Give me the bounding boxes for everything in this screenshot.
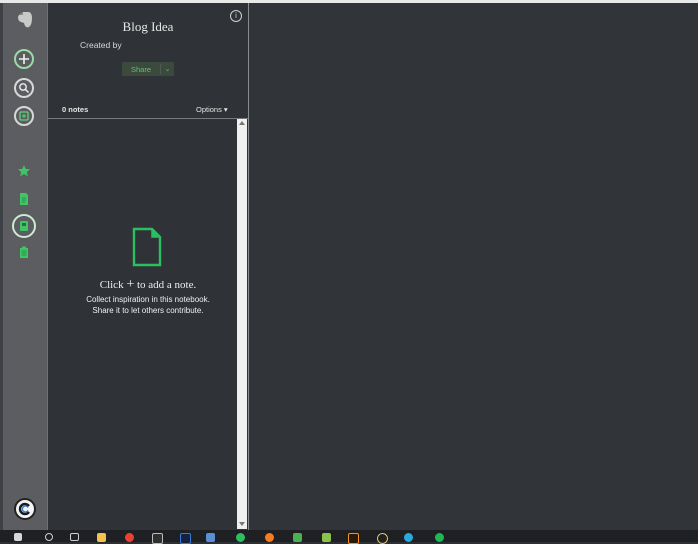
options-dropdown[interactable]: Options ▾	[196, 105, 228, 114]
note-list-scrollbar[interactable]	[237, 119, 247, 529]
illustrator-icon[interactable]	[348, 533, 359, 544]
spotify-icon[interactable]	[435, 533, 444, 542]
scroll-down-icon[interactable]	[239, 522, 245, 526]
app-icon[interactable]	[152, 533, 163, 544]
created-by-label: Created by	[80, 40, 122, 50]
task-view-icon[interactable]	[70, 533, 79, 541]
windows-taskbar	[0, 530, 698, 544]
info-icon[interactable]: i	[230, 10, 242, 22]
scroll-up-icon[interactable]	[239, 121, 245, 125]
photoshop-icon[interactable]	[180, 533, 191, 544]
share-button[interactable]: Share ⌄	[122, 62, 174, 76]
chevron-down-icon[interactable]: ⌄	[161, 65, 174, 73]
evernote-icon[interactable]	[236, 533, 245, 542]
firefox-icon[interactable]	[265, 533, 274, 542]
notes-count: 0 notes	[62, 105, 89, 114]
shortcuts-star-icon[interactable]	[14, 161, 34, 181]
share-button-label: Share	[130, 64, 151, 74]
note-editor-area	[249, 3, 698, 530]
new-note-icon[interactable]	[14, 49, 34, 69]
search-icon[interactable]	[45, 533, 53, 541]
empty-state-title: Click + to add a note.	[48, 277, 248, 293]
evernote-window: Blog Idea i Created by Share ⌄ 0 notes O…	[0, 0, 698, 530]
empty-state-line-3: Share it to let others contribute.	[92, 306, 204, 315]
app-icon[interactable]	[322, 533, 331, 542]
app-icon[interactable]	[206, 533, 215, 542]
notebooks-icon[interactable]	[12, 214, 36, 238]
work-chat-icon[interactable]	[14, 106, 34, 126]
chrome-icon[interactable]	[125, 533, 134, 542]
sidebar	[3, 3, 48, 530]
app-icon[interactable]	[293, 533, 302, 542]
empty-add-text: to add a note.	[136, 279, 197, 291]
note-list-panel: Blog Idea i Created by Share ⌄ 0 notes O…	[48, 3, 248, 530]
tags-icon[interactable]	[14, 243, 34, 263]
notebook-header: Blog Idea i Created by Share ⌄ 0 notes O…	[48, 3, 248, 119]
account-avatar-icon[interactable]	[14, 498, 36, 520]
start-icon[interactable]	[14, 533, 22, 541]
search-icon[interactable]	[14, 78, 34, 98]
notes-icon[interactable]	[14, 189, 34, 209]
empty-note-icon	[132, 227, 162, 272]
empty-click-text: Click	[99, 279, 124, 291]
app-icon[interactable]	[377, 533, 388, 544]
app-icon[interactable]	[404, 533, 413, 542]
file-explorer-icon[interactable]	[97, 533, 106, 542]
evernote-logo-icon[interactable]	[15, 10, 35, 30]
notebook-title[interactable]: Blog Idea	[48, 19, 248, 35]
add-plus-icon[interactable]: +	[126, 277, 134, 292]
empty-state-line-2: Collect inspiration in this notebook.	[86, 295, 210, 304]
